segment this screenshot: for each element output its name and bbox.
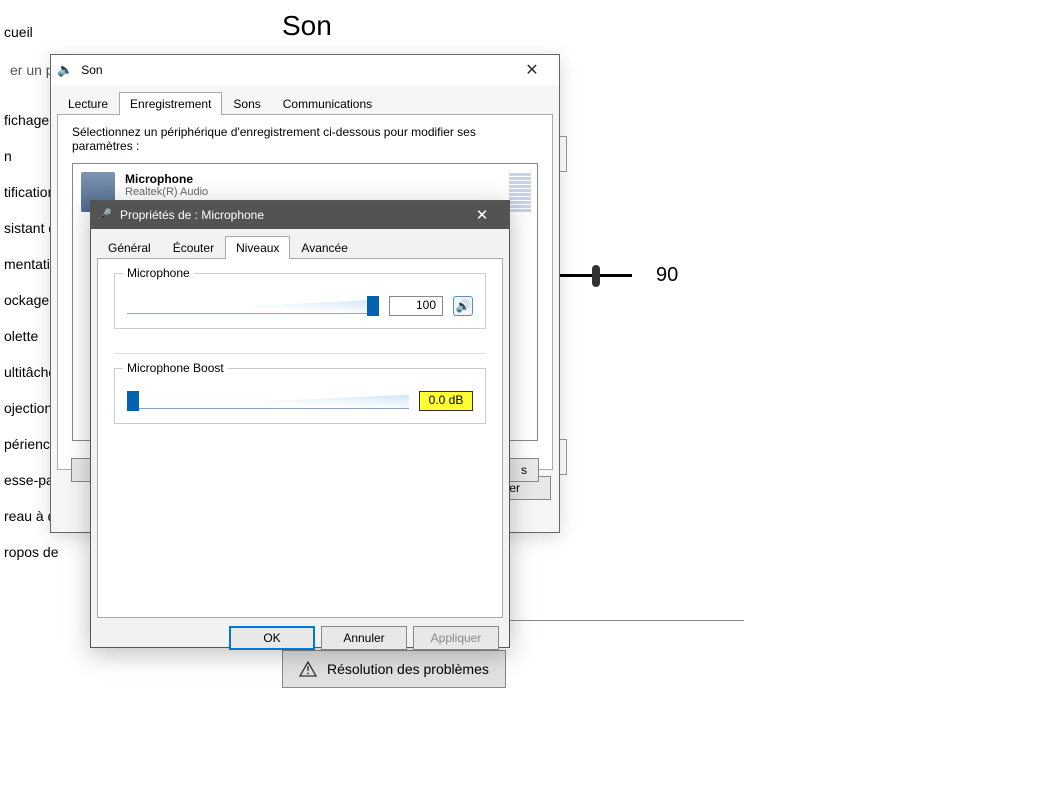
- tab-recording[interactable]: Enregistrement: [119, 92, 222, 115]
- microphone-level-slider[interactable]: [127, 296, 379, 316]
- slider-thumb[interactable]: [367, 296, 379, 316]
- tab-advanced[interactable]: Avancée: [290, 236, 358, 259]
- sound-dialog-tabs: Lecture Enregistrement Sons Communicatio…: [51, 85, 559, 114]
- close-button[interactable]: ✕: [461, 206, 503, 224]
- microphone-boost-value[interactable]: 0.0 dB: [419, 391, 473, 411]
- microphone-boost-title: Microphone Boost: [123, 361, 228, 375]
- sidebar-item-home[interactable]: cueil: [0, 14, 260, 50]
- mic-properties-titlebar[interactable]: 🎤 Propriétés de : Microphone ✕: [91, 201, 509, 229]
- tab-playback[interactable]: Lecture: [57, 92, 119, 115]
- troubleshoot-label: Résolution des problèmes: [327, 661, 489, 677]
- microphone-boost-slider[interactable]: [127, 391, 409, 411]
- properties-button[interactable]: s: [509, 458, 539, 482]
- tab-listen[interactable]: Écouter: [162, 236, 225, 259]
- level-meter: [509, 170, 531, 212]
- volume-value: 90: [656, 264, 678, 287]
- sound-dialog-titlebar[interactable]: 🔈 Son ✕: [51, 55, 559, 85]
- separator: [114, 353, 486, 354]
- cancel-button[interactable]: Annuler: [321, 626, 407, 650]
- device-sub: Realtek(R) Audio: [125, 186, 208, 198]
- tab-communications[interactable]: Communications: [272, 92, 383, 115]
- mic-properties-tabs: Général Écouter Niveaux Avancée: [91, 229, 509, 258]
- slider-thumb[interactable]: [127, 391, 139, 411]
- recording-instruction: Sélectionnez un périphérique d'enregistr…: [72, 125, 538, 153]
- microphone-level-group: Microphone 100 🔊: [114, 273, 486, 329]
- close-button[interactable]: ✕: [511, 60, 553, 80]
- speaker-icon: 🔈: [57, 62, 73, 78]
- device-name: Microphone: [125, 172, 208, 186]
- microphone-group-title: Microphone: [123, 266, 194, 280]
- apply-button[interactable]: Appliquer: [413, 626, 499, 650]
- microphone-level-value[interactable]: 100: [389, 296, 443, 316]
- microphone-boost-group: Microphone Boost 0.0 dB: [114, 368, 486, 424]
- mic-properties-title: Propriétés de : Microphone: [120, 208, 453, 222]
- sound-dialog-title: Son: [81, 63, 503, 77]
- tab-sounds[interactable]: Sons: [222, 92, 271, 115]
- warning-icon: [299, 661, 317, 677]
- volume-thumb[interactable]: [592, 265, 600, 287]
- page-title: Son: [282, 10, 332, 42]
- ok-button[interactable]: OK: [229, 626, 315, 650]
- tab-levels[interactable]: Niveaux: [225, 236, 290, 259]
- microphone-icon: 🎤: [97, 208, 112, 222]
- levels-panel: Microphone 100 🔊 Microphone Boost 0.0 dB: [97, 258, 503, 618]
- mic-properties-dialog: 🎤 Propriétés de : Microphone ✕ Général É…: [90, 200, 510, 648]
- tab-general[interactable]: Général: [97, 236, 162, 259]
- speaker-icon[interactable]: 🔊: [453, 296, 473, 316]
